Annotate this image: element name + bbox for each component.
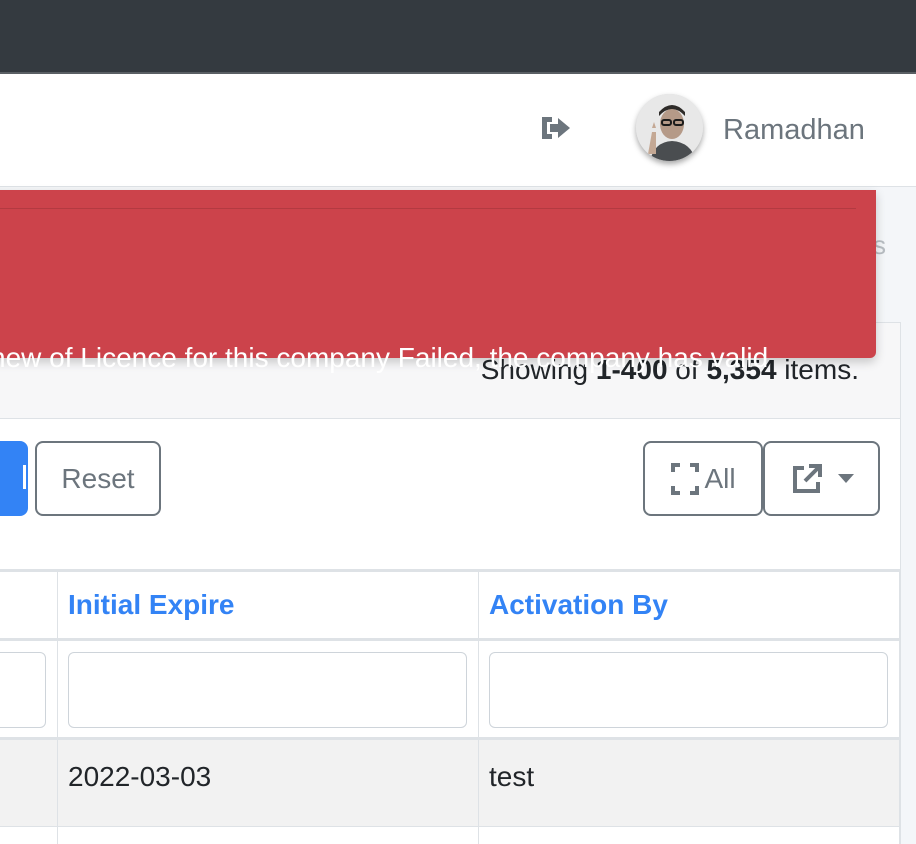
column-header-activation-by[interactable]: Activation By [489,587,668,623]
alert-message: new of Licence for this company Failed, … [0,240,768,616]
toggle-all-button[interactable]: All [643,441,763,516]
alert-message-line-1: new of Licence for this company Failed, … [0,342,769,373]
search-button-label-fragment [23,465,26,489]
caret-down-icon [837,473,854,483]
column-divider [899,569,900,844]
reset-button-label: Reset [61,462,135,494]
column-header-initial-expire[interactable]: Initial Expire [68,587,235,623]
column-divider [478,569,479,844]
table-row [0,827,900,844]
alert-divider [0,208,856,209]
cell-activation-by: test [489,761,535,792]
avatar-photo-icon [636,94,703,161]
external-link-icon [792,463,822,493]
export-dropdown-button[interactable] [763,441,880,516]
summary-suffix: items. [776,354,859,385]
column-divider [57,569,58,844]
filter-input-initial-expire[interactable] [68,652,467,728]
expand-icon [671,462,700,495]
user-name[interactable]: Ramadhan [723,112,865,148]
avatar[interactable] [636,94,703,161]
top-dark-bar [0,0,916,72]
reset-button[interactable]: Reset [35,441,161,516]
filter-input-activation-by[interactable] [489,652,888,728]
cell-initial-expire: 2022-03-03 [68,761,212,792]
search-button[interactable] [0,441,28,516]
sign-out-icon[interactable] [538,113,572,143]
error-alert: new of Licence for this company Failed, … [0,190,876,514]
toggle-all-label: All [704,462,736,494]
filter-input-previous-column[interactable] [0,652,46,728]
